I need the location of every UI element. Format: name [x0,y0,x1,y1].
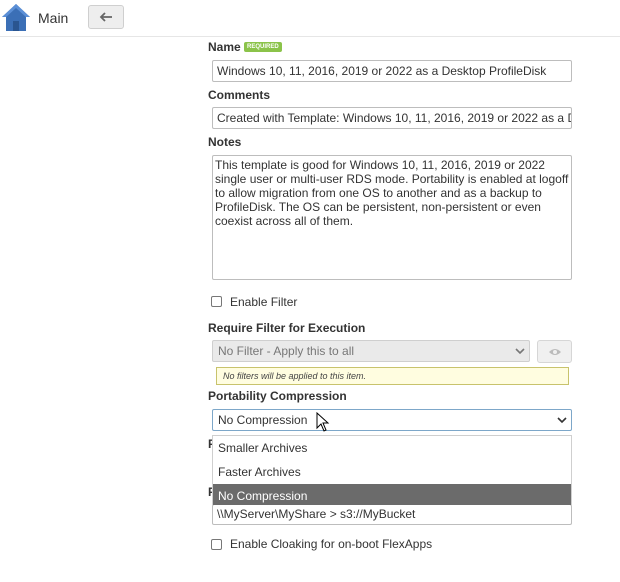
portability-compression-select[interactable]: No Compression [212,409,572,431]
name-field[interactable]: Windows 10, 11, 2016, 2019 or 2022 as a … [212,60,572,82]
page-title: Main [38,10,69,26]
require-filter-value: No Filter - Apply this to all [218,344,355,358]
back-arrow-icon [99,12,112,22]
comments-label: Comments [208,88,271,102]
option-faster-archives[interactable]: Faster Archives [213,460,571,484]
portability-compression-label: Portability Compression [208,389,347,403]
portability-compression-value: No Compression [218,413,308,427]
path-field[interactable]: \\MyServer\MyShare > s3://MyBucket [212,505,572,525]
require-filter-select: No Filter - Apply this to all [212,340,530,362]
view-filter-button[interactable] [537,340,572,363]
option-smaller-archives[interactable]: Smaller Archives [213,436,571,460]
home-icon[interactable] [1,2,31,32]
required-badge: REQUIRED [244,42,282,52]
mouse-cursor-icon [316,412,330,432]
cloaking-checkbox[interactable] [211,539,222,550]
require-filter-label: Require Filter for Execution [208,321,366,335]
chevron-down-icon [515,348,525,355]
enable-filter-label: Enable Filter [230,295,298,309]
chevron-down-icon [557,417,567,424]
back-button[interactable] [88,5,124,29]
eye-icon [549,349,561,355]
compression-dropdown-list: Smaller Archives Faster Archives No Comp… [212,435,572,508]
top-bar: Main [0,0,620,37]
comments-field[interactable]: Created with Template: Windows 10, 11, 2… [212,107,572,129]
filter-warning: No filters will be applied to this item. [216,367,569,385]
enable-filter-checkbox[interactable] [211,296,222,307]
notes-label: Notes [208,135,242,149]
notes-field[interactable]: This template is good for Windows 10, 11… [212,155,572,280]
name-label: Name [208,40,241,54]
cloaking-label: Enable Cloaking for on-boot FlexApps [230,537,433,551]
